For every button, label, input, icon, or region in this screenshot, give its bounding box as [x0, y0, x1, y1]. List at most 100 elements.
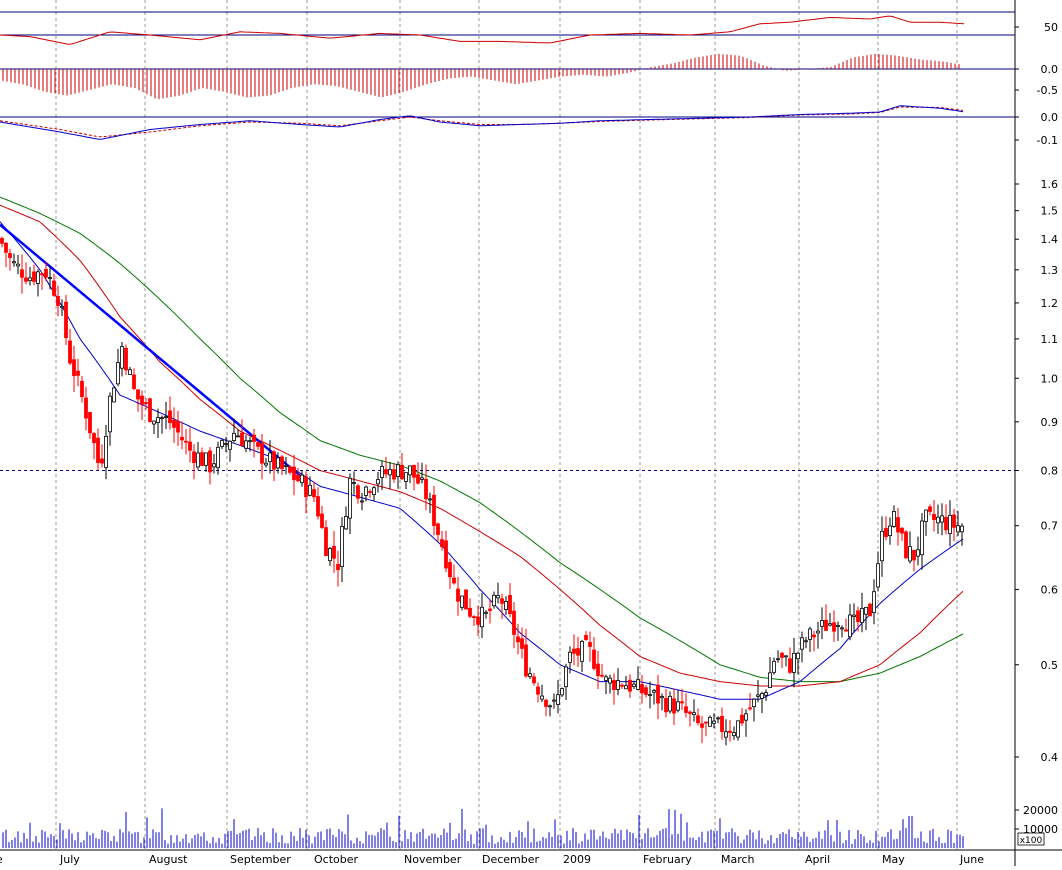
candle-body: [564, 666, 568, 688]
candle-body: [612, 680, 616, 690]
candle-body: [708, 717, 712, 727]
candle-body: [608, 677, 612, 684]
candle-body: [112, 387, 116, 403]
candle-body: [272, 451, 276, 470]
candle-body: [452, 577, 456, 584]
candle-body: [756, 694, 760, 697]
candle-body: [448, 562, 452, 578]
candle-body: [704, 721, 708, 724]
candle-body: [296, 474, 300, 482]
candle-body: [820, 620, 824, 627]
candle-body: [324, 527, 328, 557]
candle-body: [148, 398, 152, 422]
candle-body: [760, 693, 764, 699]
candle-body: [444, 540, 448, 569]
candle-body: [360, 500, 364, 503]
stock-chart: 50 0.0 -0.5 0.0 -0.1 1.6 1.5 1.4 1.3 1.2 1.1 1.0 0.9…: [0, 0, 1062, 866]
candle-body: [96, 437, 100, 463]
date-label: December: [482, 853, 540, 866]
candle-body: [508, 595, 512, 615]
candle-body: [728, 730, 732, 733]
candle-body: [648, 694, 652, 696]
date-label: August: [149, 853, 188, 866]
candle-body: [916, 549, 920, 557]
candle-body: [812, 634, 816, 638]
date-label: October: [314, 853, 358, 866]
candle-body: [460, 595, 464, 608]
candle-body: [352, 482, 356, 484]
candle-body: [176, 420, 180, 433]
candle-body: [88, 412, 92, 434]
candle-body: [328, 548, 332, 562]
candle-body: [544, 699, 548, 707]
candle-body: [492, 594, 496, 607]
candle-body: [664, 698, 668, 713]
price-tick-label: 0.8: [1041, 465, 1059, 478]
candle-body: [144, 402, 148, 404]
candle-body: [824, 619, 828, 631]
candle-body: [284, 465, 288, 467]
candle-body: [76, 370, 80, 376]
candle-body: [400, 464, 404, 480]
candle-body: [752, 698, 756, 708]
macd-tick-label: -0.1: [1037, 134, 1058, 147]
candle-body: [816, 630, 820, 634]
candle-body: [688, 711, 692, 714]
candle-body: [616, 680, 620, 690]
price-tick-label: 0.4: [1041, 751, 1059, 764]
candle-body: [588, 642, 592, 647]
candle-body: [476, 616, 480, 625]
candle-body: [216, 446, 220, 469]
candle-body: [236, 435, 240, 438]
candle-body: [120, 346, 124, 369]
candle-body: [188, 441, 192, 451]
candle-body: [604, 676, 608, 681]
candle-body: [656, 684, 660, 704]
candle-body: [516, 636, 520, 643]
candle-body: [852, 614, 856, 618]
candle-body: [180, 436, 184, 441]
date-label: June: [959, 853, 984, 866]
price-tick-label: 0.9: [1041, 416, 1059, 429]
candle-body: [192, 451, 196, 464]
candle-body: [580, 641, 584, 662]
candle-body: [576, 648, 580, 656]
candle-body: [268, 452, 272, 463]
candle-body: [740, 714, 744, 724]
date-label: March: [721, 853, 755, 866]
candle-body: [92, 433, 96, 444]
candle-body: [748, 707, 752, 710]
date-label: e: [0, 853, 3, 866]
candle-body: [832, 622, 836, 632]
price-tick-label: 0.6: [1041, 583, 1059, 596]
candle-body: [256, 442, 260, 447]
macd-tick-label: 0.0: [1041, 111, 1059, 124]
date-label: November: [404, 853, 462, 866]
candle-body: [904, 531, 908, 559]
price-tick-label: 1.4: [1041, 233, 1059, 246]
candle-body: [528, 673, 532, 678]
candle-body: [348, 477, 352, 519]
candle-body: [856, 610, 860, 623]
candle-body: [900, 527, 904, 534]
candle-body: [948, 514, 952, 534]
candle-body: [484, 611, 488, 614]
candle-body: [200, 452, 204, 466]
candle-body: [168, 410, 172, 424]
candle-body: [252, 434, 256, 442]
candle-body: [776, 658, 780, 661]
candle-body: [624, 685, 628, 690]
candle-body: [156, 417, 160, 423]
candle-body: [676, 701, 680, 711]
candle-body: [312, 489, 316, 498]
candle-body: [244, 440, 248, 449]
candle-body: [512, 610, 516, 635]
candle-body: [80, 380, 84, 398]
candle-body: [436, 523, 440, 535]
candle-body: [36, 271, 40, 284]
candle-body: [780, 652, 784, 658]
candle-body: [84, 397, 88, 419]
candle-body: [128, 369, 132, 375]
candle-body: [872, 591, 876, 613]
candle-body: [384, 469, 388, 475]
